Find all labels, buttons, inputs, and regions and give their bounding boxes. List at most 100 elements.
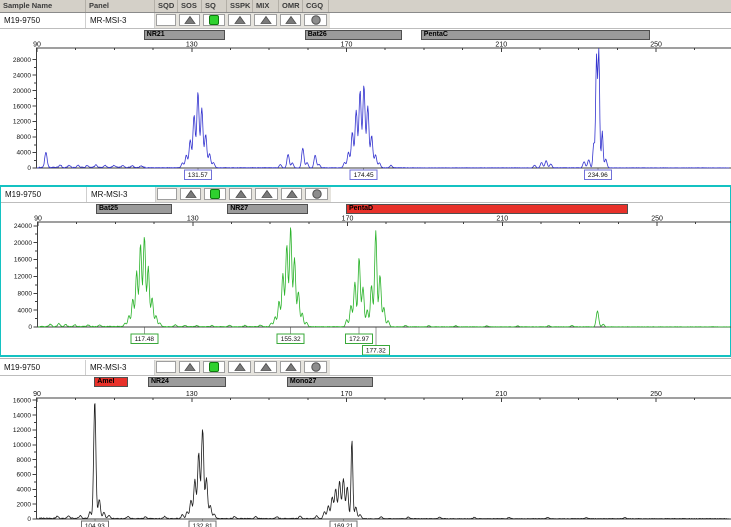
sample-info-row[interactable]: M19-9750 MR-MSI-3 <box>1 187 730 203</box>
y-axis-tick-label: 0 <box>27 165 31 172</box>
marker-bar-row: Amel NR24 Mono27 <box>0 376 731 388</box>
flag-cell-sqd <box>156 14 176 26</box>
electropherogram-plot-green[interactable]: 9013017021025004000800012000160002000024… <box>1 215 731 355</box>
marker-label: NR21 <box>147 31 165 38</box>
column-header-sample-name: Sample Name <box>0 0 86 12</box>
x-axis-tick-label: 170 <box>341 391 353 398</box>
triangle-flag-icon <box>260 362 272 372</box>
marker-bar-bat25[interactable]: Bat25 <box>96 204 172 214</box>
y-axis-tick-label: 12000 <box>13 427 31 434</box>
marker-bar-amel[interactable]: Amel <box>94 377 128 387</box>
y-axis-tick-label: 16000 <box>13 103 31 110</box>
triangle-flag-icon <box>184 362 196 372</box>
sample-name-cell: M19-9750 <box>0 13 86 28</box>
y-axis-tick-label: 2000 <box>17 501 32 508</box>
peak-size-label[interactable]: 234.96 <box>584 170 611 180</box>
marker-bar-nr27[interactable]: NR27 <box>227 204 308 214</box>
marker-label: PentaC <box>424 31 448 38</box>
peak-labels: 104.93 132.81 169.21 <box>81 520 357 527</box>
svg-text:234.96: 234.96 <box>588 172 608 179</box>
flag-cell-sos <box>179 361 200 373</box>
marker-label: Bat25 <box>99 205 118 212</box>
panel-name-cell: MR-MSI-3 <box>87 187 156 202</box>
marker-bar-pentad[interactable]: PentaD <box>346 204 628 214</box>
peak-size-label[interactable]: 177.32 <box>362 346 389 356</box>
peak-size-label[interactable]: 132.81 <box>189 521 216 527</box>
flag-cell-sq <box>203 361 225 373</box>
x-axis-tick-label: 90 <box>33 42 41 49</box>
flag-cell-sspk <box>228 361 251 373</box>
electropherogram-plot-blue[interactable]: 9013017021025004000800012000160002000024… <box>0 41 731 185</box>
marker-label: Bat26 <box>308 31 327 38</box>
triangle-flag-icon <box>185 189 197 199</box>
x-axis-tick-label: 170 <box>342 216 354 223</box>
x-axis-tick-label: 90 <box>34 216 42 223</box>
marker-bar-nr24[interactable]: NR24 <box>148 377 226 387</box>
peak-size-label[interactable]: 172.97 <box>346 334 373 344</box>
column-header-omr: OMR <box>279 0 303 12</box>
peak-size-label[interactable]: 104.93 <box>81 521 108 527</box>
x-axis-tick-label: 250 <box>651 216 663 223</box>
y-axis-tick-label: 8000 <box>17 134 32 141</box>
x-axis-tick-label: 210 <box>495 391 507 398</box>
marker-label: NR24 <box>151 378 169 385</box>
triangle-flag-icon <box>234 15 246 25</box>
y-axis-tick-label: 4000 <box>17 487 32 494</box>
triangle-flag-icon <box>285 362 297 372</box>
y-axis-tick-label: 12000 <box>13 119 31 126</box>
flag-cell-mix <box>254 14 277 26</box>
electropherogram-trace <box>37 49 729 168</box>
marker-label: Mono27 <box>290 378 316 385</box>
marker-label: NR27 <box>230 205 248 212</box>
marker-bar-bat26[interactable]: Bat26 <box>305 30 402 40</box>
quality-flag-strip <box>155 360 330 375</box>
svg-text:131.57: 131.57 <box>188 172 208 179</box>
peak-size-label[interactable]: 131.57 <box>184 170 211 180</box>
genemapper-samples-plot-window: Sample Name Panel SQD SOS SQ SSPK MIX OM… <box>0 0 731 527</box>
sample-panel-block-2-selected: M19-9750 MR-MSI-3 Bat25 NR27 PentaD 90 130 1… <box>0 185 731 357</box>
panel-name-cell: MR-MSI-3 <box>86 360 155 375</box>
sample-info-row[interactable]: M19-9750 MR-MSI-3 <box>0 360 731 376</box>
x-axis-tick-label: 250 <box>650 391 662 398</box>
sample-info-row[interactable]: M19-9750 MR-MSI-3 <box>0 13 731 29</box>
x-axis-tick-label: 250 <box>650 42 662 49</box>
column-header-row: Sample Name Panel SQD SOS SQ SSPK MIX OM… <box>0 0 731 13</box>
flag-cell-sspk <box>228 14 251 26</box>
peak-size-label[interactable]: 155.32 <box>277 334 304 344</box>
y-axis-tick-label: 0 <box>28 324 32 331</box>
svg-text:104.93: 104.93 <box>85 523 105 527</box>
quality-flag-strip <box>155 13 330 28</box>
y-axis-tick-label: 14000 <box>13 412 31 419</box>
sample-panel-block-3: M19-9750 MR-MSI-3 AmelNR24Mono27 9013017… <box>0 358 731 527</box>
flag-cell-sqd <box>157 188 177 200</box>
y-axis-tick-label: 16000 <box>13 397 31 404</box>
marker-bar-pentac[interactable]: PentaC <box>421 30 650 40</box>
column-header-mix: MIX <box>253 0 279 12</box>
triangle-flag-icon <box>261 189 273 199</box>
marker-label: PentaD <box>349 205 373 212</box>
x-axis-tick-label: 130 <box>187 216 199 223</box>
svg-text:132.81: 132.81 <box>193 523 213 527</box>
quality-flag-strip <box>156 187 331 202</box>
electropherogram-plot-black[interactable]: 9013017021025002000400060008000100001200… <box>0 388 731 527</box>
y-axis-tick-label: 10000 <box>13 442 31 449</box>
flag-cell-sos <box>179 14 200 26</box>
marker-label: Amel <box>97 378 114 385</box>
marker-bar-nr21[interactable]: NR21 <box>144 30 225 40</box>
green-square-flag-icon <box>208 15 220 25</box>
triangle-flag-icon <box>184 15 196 25</box>
peak-size-label[interactable]: 117.48 <box>131 334 158 344</box>
svg-text:172.97: 172.97 <box>349 336 369 343</box>
y-axis-tick-label: 4000 <box>17 150 32 157</box>
column-header-sq: SQ <box>202 0 227 12</box>
x-axis-tick-label: 90 <box>33 391 41 398</box>
flag-cell-cgq <box>304 14 327 26</box>
marker-bar-mono27[interactable]: Mono27 <box>287 377 373 387</box>
green-square-flag-icon <box>209 189 221 199</box>
marker-bar-row: NR21 Bat26 PentaC <box>0 29 731 41</box>
svg-text:177.32: 177.32 <box>366 348 386 355</box>
triangle-flag-icon <box>285 15 297 25</box>
peak-size-label[interactable]: 169.21 <box>330 521 357 527</box>
flag-cell-sos <box>180 188 201 200</box>
peak-size-label[interactable]: 174.45 <box>350 170 377 180</box>
